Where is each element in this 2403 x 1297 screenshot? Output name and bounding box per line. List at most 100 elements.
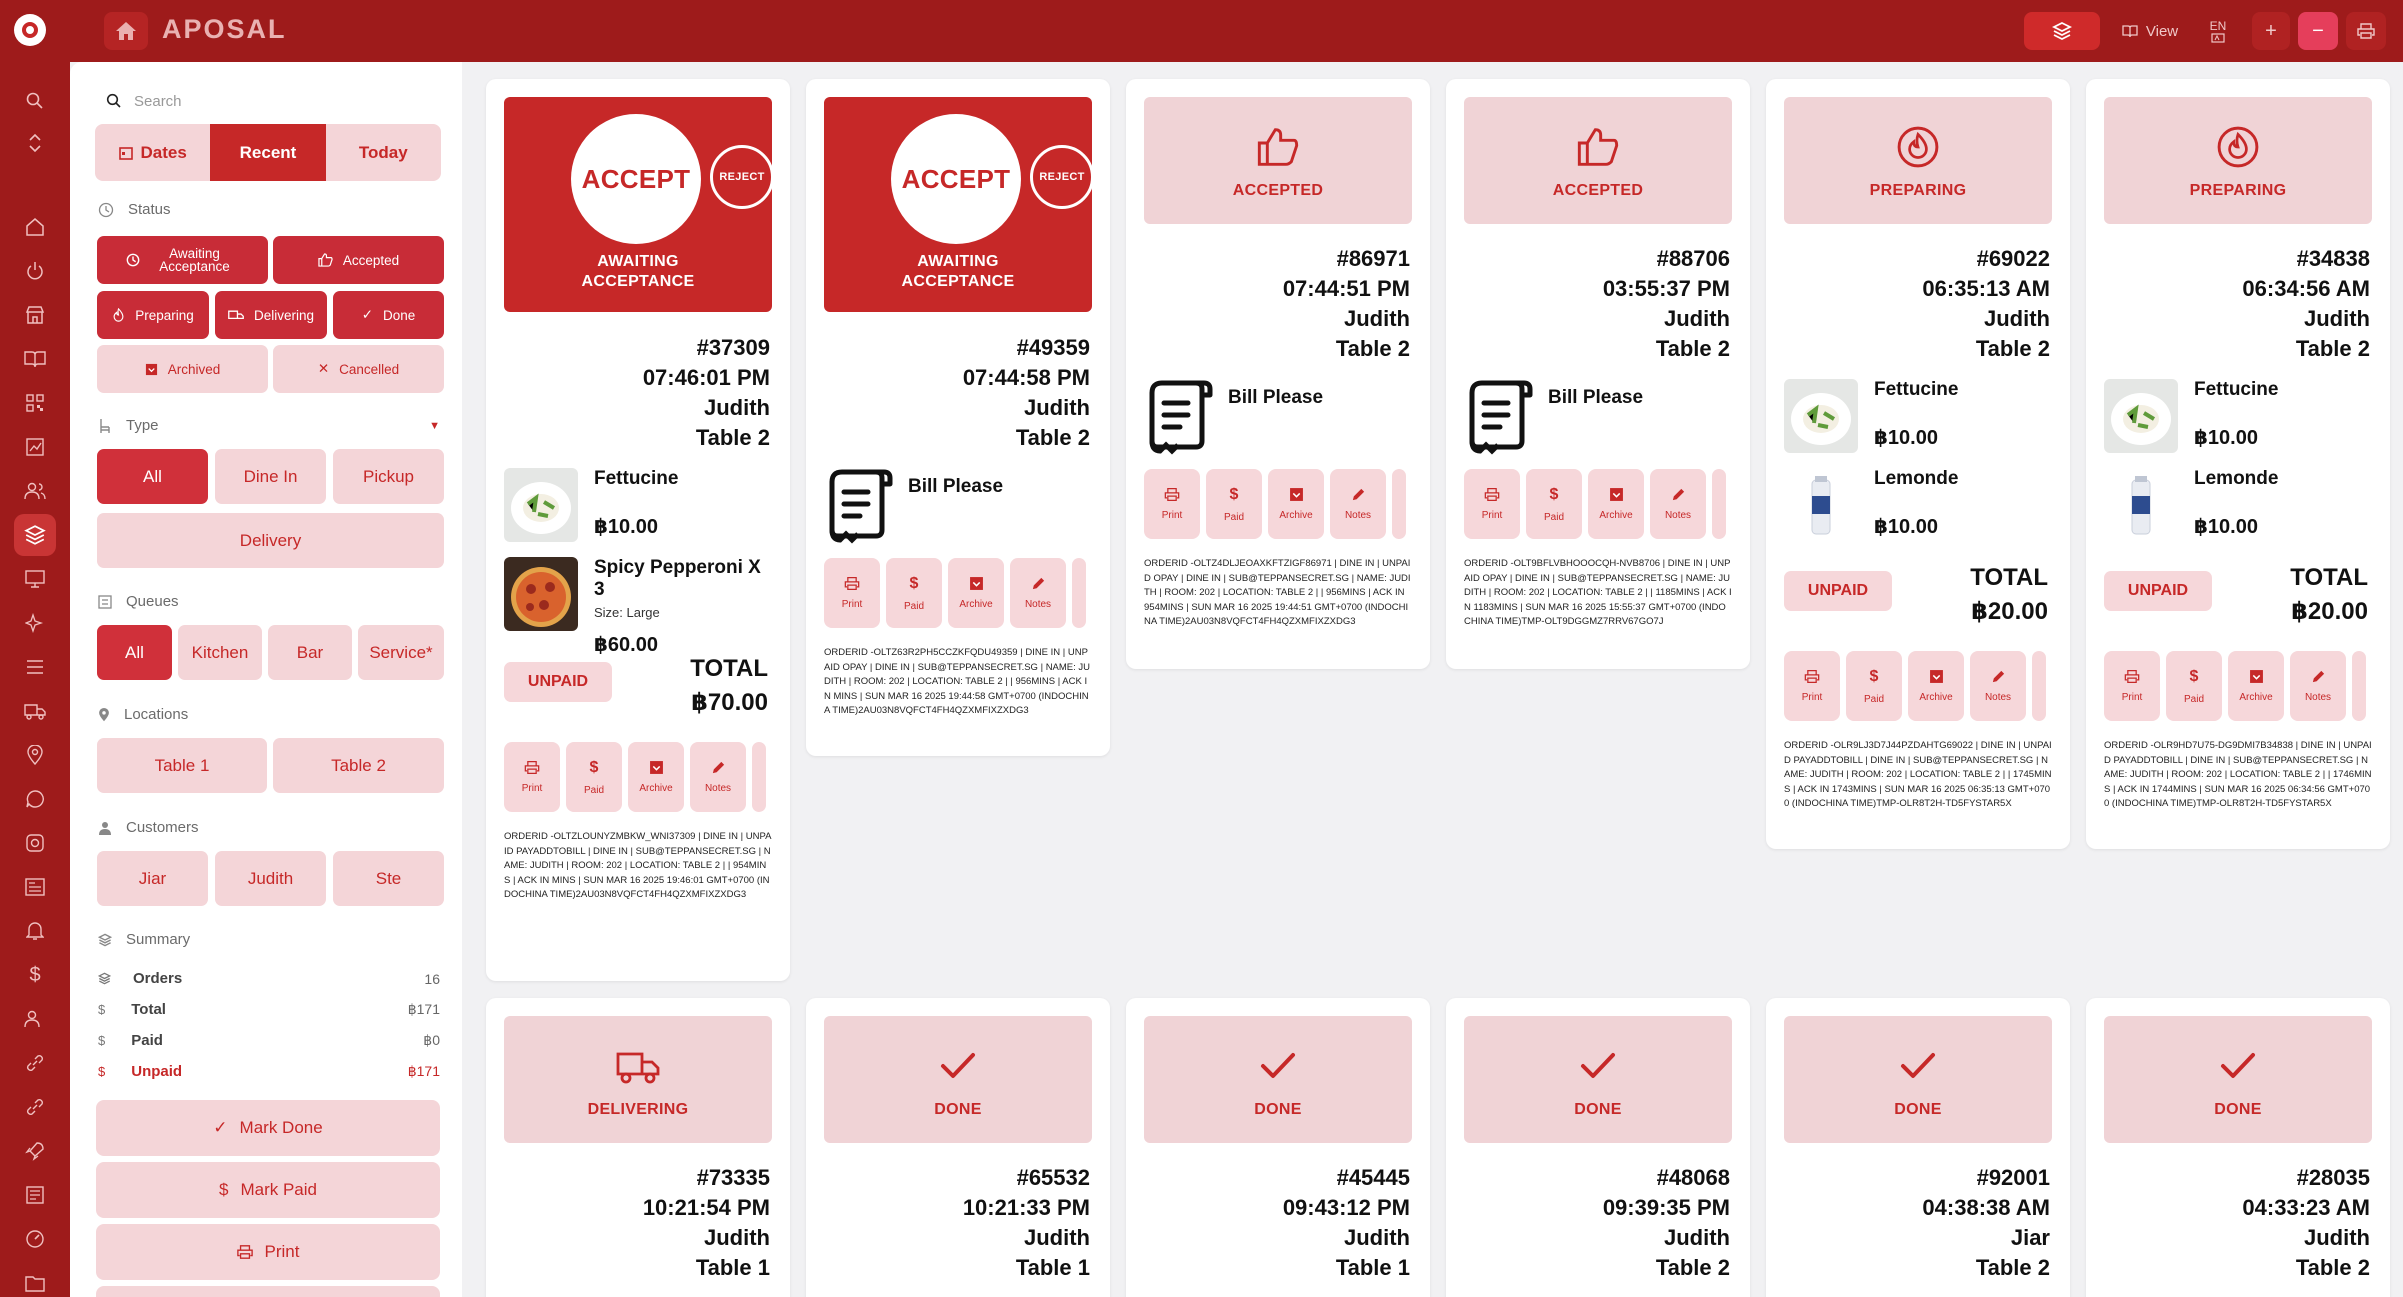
bell-icon[interactable] xyxy=(20,916,50,946)
search-icon[interactable] xyxy=(20,86,50,116)
order-archive-button[interactable]: Archive xyxy=(948,558,1004,628)
folder-icon[interactable] xyxy=(20,1268,50,1297)
location-filter-table-1[interactable]: Table 1 xyxy=(97,738,267,793)
status-filter-archived[interactable]: Archived xyxy=(97,345,268,393)
order-notes-button[interactable]: Notes xyxy=(1330,469,1386,539)
tab-today[interactable]: Today xyxy=(325,124,441,181)
order-notes-button[interactable]: Notes xyxy=(1010,558,1066,628)
home-icon[interactable] xyxy=(20,212,50,242)
customer-filter-jiar[interactable]: Jiar xyxy=(97,851,208,906)
order-card[interactable]: ACCEPTED #88706 03:55:37 PM Judith Table 2 Bi… xyxy=(1446,79,1750,669)
bill-request[interactable]: Bill Please xyxy=(824,468,1003,544)
reject-button[interactable]: REJECT xyxy=(710,145,774,209)
orders-layers-icon[interactable] xyxy=(14,514,56,556)
rocket-icon[interactable] xyxy=(20,1136,50,1166)
search-box[interactable]: Search xyxy=(98,84,436,118)
order-archive-button[interactable]: Archive xyxy=(1268,469,1324,539)
status-box[interactable]: DONE xyxy=(1464,1016,1732,1143)
type-filter-delivery[interactable]: Delivery xyxy=(97,513,444,568)
app-logo[interactable] xyxy=(14,14,46,46)
print-button[interactable]: Print xyxy=(96,1224,440,1280)
zoom-in-button[interactable]: + xyxy=(2252,12,2290,50)
document-icon[interactable] xyxy=(20,1180,50,1210)
order-notes-button[interactable]: Notes xyxy=(690,742,746,812)
mark-paid-button[interactable]: $ Mark Paid xyxy=(96,1162,440,1218)
location-filter-table-2[interactable]: Table 2 xyxy=(273,738,444,793)
queue-filter-service[interactable]: Service* xyxy=(358,625,444,680)
order-item[interactable]: Spicy Pepperoni X 3 Size: Large ฿60.00 xyxy=(504,557,774,657)
zoom-out-button[interactable]: − xyxy=(2298,12,2338,50)
order-card[interactable]: DONE #92001 04:38:38 AM Jiar Table 2 xyxy=(1766,998,2070,1297)
order-more-button[interactable] xyxy=(752,742,766,812)
type-filter-pickup[interactable]: Pickup xyxy=(333,449,444,504)
print-all-button[interactable] xyxy=(2346,12,2386,50)
order-card[interactable]: DONE #45445 09:43:12 PM Judith Table 1 xyxy=(1126,998,1430,1297)
status-box[interactable]: DELIVERING xyxy=(504,1016,772,1143)
link-icon[interactable] xyxy=(20,1048,50,1078)
status-box[interactable]: DONE xyxy=(2104,1016,2372,1143)
order-card[interactable]: PREPARING #34838 06:34:56 AM Judith Table 2 F… xyxy=(2086,79,2390,849)
order-more-button[interactable] xyxy=(1072,558,1086,628)
dollar-icon[interactable]: $ xyxy=(20,960,50,990)
language-button[interactable]: EN xyxy=(2198,12,2238,50)
sort-icon[interactable] xyxy=(20,128,50,158)
customer-filter-judith[interactable]: Judith xyxy=(215,851,326,906)
status-box[interactable]: DONE xyxy=(1784,1016,2052,1143)
status-box[interactable]: DONE xyxy=(824,1016,1092,1143)
status-filter-accepted[interactable]: Accepted xyxy=(273,236,444,284)
queue-filter-all[interactable]: All xyxy=(97,625,172,680)
home-button[interactable] xyxy=(104,12,148,50)
order-item[interactable]: Fettucine ฿10.00 xyxy=(2104,379,2374,453)
type-filter-all[interactable]: All xyxy=(97,449,208,504)
status-box[interactable]: ACCEPTED xyxy=(1144,97,1412,224)
type-section-label[interactable]: Type ▼ xyxy=(98,417,444,434)
order-print-button[interactable]: Print xyxy=(504,742,560,812)
tab-dates[interactable]: Dates xyxy=(95,124,211,181)
order-card[interactable]: DONE #65532 10:21:33 PM Judith Table 1 xyxy=(806,998,1110,1297)
order-item[interactable]: Lemonde ฿10.00 xyxy=(2104,468,2374,542)
order-more-button[interactable] xyxy=(2352,651,2366,721)
user-group-icon[interactable] xyxy=(20,1004,50,1034)
status-box[interactable]: PREPARING xyxy=(1784,97,2052,224)
order-archive-button[interactable]: Archive xyxy=(2228,651,2284,721)
bill-request[interactable]: Bill Please xyxy=(1144,379,1323,455)
order-print-button[interactable]: Print xyxy=(2104,651,2160,721)
tab-recent[interactable]: Recent xyxy=(210,124,326,181)
search-input[interactable]: Search xyxy=(134,93,182,110)
order-more-button[interactable] xyxy=(2032,651,2046,721)
qr-code-icon[interactable] xyxy=(20,388,50,418)
truck-icon[interactable] xyxy=(20,696,50,726)
order-paid-button[interactable]: $ Paid xyxy=(886,558,942,628)
link-alt-icon[interactable] xyxy=(20,1092,50,1122)
status-filter-preparing[interactable]: Preparing xyxy=(97,291,209,339)
order-more-button[interactable] xyxy=(1712,469,1726,539)
order-notes-button[interactable]: Notes xyxy=(1650,469,1706,539)
order-print-button[interactable]: Print xyxy=(1464,469,1520,539)
queue-filter-kitchen[interactable]: Kitchen xyxy=(178,625,262,680)
mark-done-button[interactable]: ✓ Mark Done xyxy=(96,1100,440,1156)
order-print-button[interactable]: Print xyxy=(1784,651,1840,721)
analytics-icon[interactable] xyxy=(20,432,50,462)
accept-button[interactable]: ACCEPT xyxy=(571,114,701,244)
status-filter-awaiting[interactable]: Awaiting Acceptance xyxy=(97,236,268,284)
order-more-button[interactable] xyxy=(1392,469,1406,539)
order-card[interactable]: PREPARING #69022 06:35:13 AM Judith Table 2 F… xyxy=(1766,79,2070,849)
dashboard-icon[interactable] xyxy=(20,1224,50,1254)
order-archive-button[interactable]: Archive xyxy=(1908,651,1964,721)
more-actions-button[interactable] xyxy=(96,1286,440,1297)
status-filter-done[interactable]: ✓ Done xyxy=(333,291,444,339)
status-filter-cancelled[interactable]: ✕ Cancelled xyxy=(273,345,444,393)
status-box[interactable]: DONE xyxy=(1144,1016,1412,1143)
users-icon[interactable] xyxy=(20,476,50,506)
order-item[interactable]: Lemonde ฿10.00 xyxy=(1784,468,2054,542)
order-paid-button[interactable]: $ Paid xyxy=(2166,651,2222,721)
sparkle-icon[interactable] xyxy=(20,608,50,638)
news-icon[interactable] xyxy=(20,872,50,902)
order-paid-button[interactable]: $ Paid xyxy=(1526,469,1582,539)
order-archive-button[interactable]: Archive xyxy=(628,742,684,812)
order-card[interactable]: ACCEPTED #86971 07:44:51 PM Judith Table 2 Bi… xyxy=(1126,79,1430,669)
order-item[interactable]: Fettucine ฿10.00 xyxy=(504,468,774,542)
order-notes-button[interactable]: Notes xyxy=(2290,651,2346,721)
order-paid-button[interactable]: $ Paid xyxy=(566,742,622,812)
order-archive-button[interactable]: Archive xyxy=(1588,469,1644,539)
